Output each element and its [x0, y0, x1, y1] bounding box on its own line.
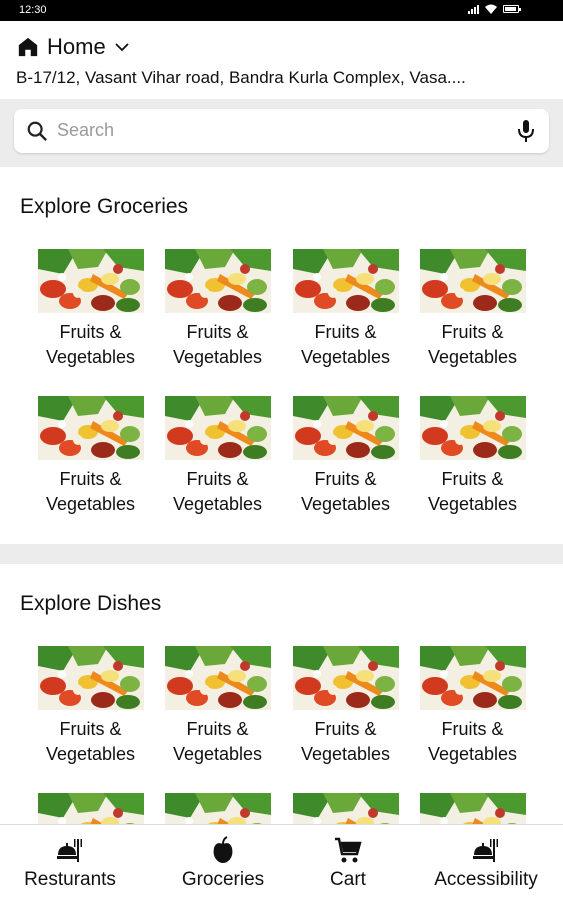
category-label: Fruits & Vegetables: [427, 322, 518, 367]
fruits-vegetables-image: [293, 396, 399, 460]
category-label: Fruits & Vegetables: [300, 469, 391, 514]
nav-label: Groceries: [181, 869, 265, 890]
dish-tile[interactable]: [27, 793, 154, 824]
dish-label: Fruits & Vegetables: [300, 719, 391, 764]
fruits-vegetables-image: [165, 793, 271, 824]
explore-groceries-section: Explore Groceries Fruits & Vegetables Fr…: [0, 167, 563, 544]
category-tile[interactable]: Fruits & Vegetables: [282, 249, 409, 370]
category-label: Fruits & Vegetables: [45, 322, 136, 367]
fruits-vegetables-image: [38, 646, 144, 710]
microphone-icon[interactable]: [517, 119, 535, 143]
category-tile[interactable]: Fruits & Vegetables: [27, 396, 154, 517]
dish-tile[interactable]: [409, 793, 536, 824]
dish-label: Fruits & Vegetables: [427, 719, 518, 764]
category-label: Fruits & Vegetables: [172, 322, 263, 367]
search-icon: [27, 121, 48, 142]
category-tile[interactable]: Fruits & Vegetables: [409, 249, 536, 370]
dish-tile[interactable]: Fruits & Vegetables: [27, 646, 154, 767]
fruits-vegetables-image: [293, 646, 399, 710]
status-bar: 12:30: [0, 0, 563, 21]
section-title: Explore Dishes: [20, 592, 162, 615]
bottom-navigation: Resturants Groceries Cart Accessibility: [0, 824, 563, 900]
battery-icon: [503, 5, 521, 13]
restaurant-icon: [57, 839, 82, 862]
fruits-vegetables-image: [293, 793, 399, 824]
status-time: 12:30: [19, 4, 47, 16]
section-title: Explore Groceries: [20, 195, 189, 218]
dish-tile[interactable]: Fruits & Vegetables: [154, 646, 281, 767]
nav-label: Cart: [330, 869, 366, 890]
fruits-vegetables-image: [38, 793, 144, 824]
search-input[interactable]: Search: [14, 109, 549, 153]
dish-tile[interactable]: Fruits & Vegetables: [282, 646, 409, 767]
apple-icon: [213, 836, 233, 863]
category-label: Fruits & Vegetables: [300, 322, 391, 367]
category-label: Fruits & Vegetables: [427, 469, 518, 514]
fruits-vegetables-image: [420, 793, 526, 824]
signal-icon: [468, 4, 479, 14]
nav-groceries[interactable]: Groceries: [175, 835, 271, 891]
category-tile[interactable]: Fruits & Vegetables: [282, 396, 409, 517]
fruits-vegetables-image: [420, 396, 526, 460]
nav-resturants[interactable]: Resturants: [18, 835, 122, 891]
category-tile[interactable]: Fruits & Vegetables: [409, 396, 536, 517]
cart-icon: [335, 837, 362, 863]
fruits-vegetables-image: [165, 249, 271, 313]
search-placeholder: Search: [57, 120, 115, 140]
nav-label: Resturants: [24, 869, 116, 890]
category-tile[interactable]: Fruits & Vegetables: [27, 249, 154, 370]
location-title: Home: [47, 34, 106, 59]
restaurant-icon: [473, 839, 498, 862]
dish-tile[interactable]: [282, 793, 409, 824]
home-icon: [18, 37, 38, 57]
location-address: B-17/12, Vasant Vihar road, Bandra Kurla…: [16, 68, 466, 87]
category-label: Fruits & Vegetables: [172, 469, 263, 514]
nav-accessibility[interactable]: Accessibility: [426, 835, 546, 891]
status-icons: [468, 4, 521, 14]
fruits-vegetables-image: [38, 249, 144, 313]
category-tile[interactable]: Fruits & Vegetables: [154, 396, 281, 517]
fruits-vegetables-image: [165, 646, 271, 710]
category-tile[interactable]: Fruits & Vegetables: [154, 249, 281, 370]
wifi-icon: [485, 4, 497, 14]
nav-cart[interactable]: Cart: [318, 835, 378, 891]
search-area: Search: [0, 99, 563, 167]
dish-tile[interactable]: [154, 793, 281, 824]
dish-label: Fruits & Vegetables: [172, 719, 263, 764]
fruits-vegetables-image: [165, 396, 271, 460]
location-header: Home B-17/12, Vasant Vihar road, Bandra …: [0, 21, 563, 99]
fruits-vegetables-image: [293, 249, 399, 313]
dish-label: Fruits & Vegetables: [45, 719, 136, 764]
explore-dishes-section: Explore Dishes Fruits & Vegetables Fruit…: [0, 564, 563, 824]
nav-label: Accessibility: [434, 869, 538, 890]
chevron-down-icon[interactable]: [114, 39, 130, 55]
fruits-vegetables-image: [38, 396, 144, 460]
category-label: Fruits & Vegetables: [45, 469, 136, 514]
dish-tile[interactable]: Fruits & Vegetables: [409, 646, 536, 767]
location-selector[interactable]: Home: [17, 34, 130, 60]
fruits-vegetables-image: [420, 646, 526, 710]
fruits-vegetables-image: [420, 249, 526, 313]
